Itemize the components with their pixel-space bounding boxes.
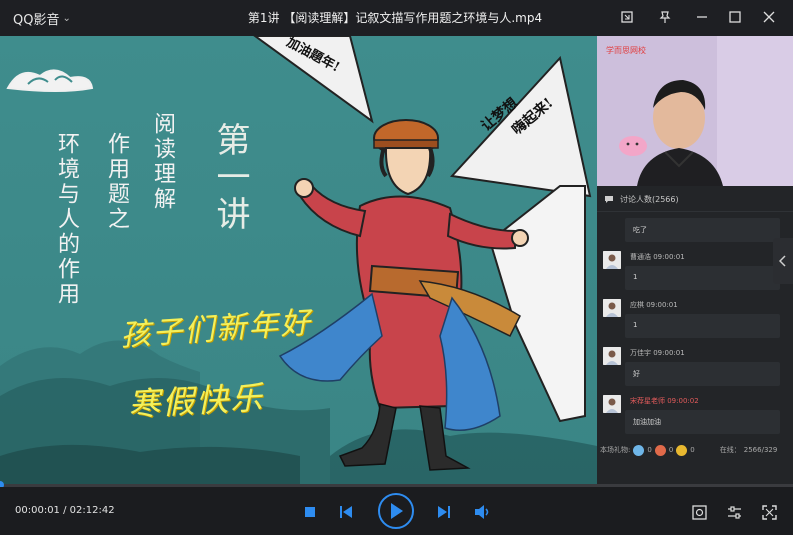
window-title: 第1讲 【阅读理解】记叙文描写作用题之环境与人.mp4: [247, 11, 543, 25]
play-icon: [391, 503, 403, 519]
app-brand: QQ影音: [13, 13, 60, 28]
equalizer-icon: [727, 505, 741, 519]
pin-button[interactable]: [655, 7, 675, 27]
settings-button[interactable]: [725, 503, 743, 521]
chat-list[interactable]: 吃了 曹通浩 09:00:01 1 应棋 09:00:01 1 万佳宇 09:0…: [597, 218, 793, 443]
chat-text: 1: [625, 266, 780, 290]
video-frame[interactable]: 环境与人的作用 作用题之 阅读理解 第一讲 孩子们新年好 寒假快乐 加油題年! …: [0, 36, 597, 486]
lesson-text-line: 环境与人的作用: [54, 132, 79, 307]
screenshot-tool-button[interactable]: [690, 503, 708, 521]
chat-sender: 应棋 09:00:01: [630, 301, 678, 309]
minimize-icon: [697, 16, 707, 18]
online-label: 在线：: [719, 446, 741, 454]
gift-bar: 本场礼物: 0 0 0 在线： 2566/329: [597, 440, 793, 460]
lesson-text-line: 阅读理解: [150, 112, 175, 212]
stop-button[interactable]: [302, 504, 318, 520]
avatar: [603, 299, 621, 317]
avatar: [603, 395, 621, 413]
close-icon: [763, 11, 775, 23]
bouquet-gift-icon[interactable]: [654, 444, 666, 456]
fullscreen-icon: [761, 504, 777, 520]
lesson-title-text: 第一讲: [210, 122, 250, 233]
screen-capture-icon: [691, 504, 707, 520]
chat-text: 吃了: [625, 218, 780, 242]
gift-count: 0: [647, 446, 652, 454]
chevron-left-icon: [779, 255, 786, 267]
player-controls: 00:00:01 / 02:12:42: [0, 487, 793, 535]
skip-previous-icon: [340, 506, 352, 518]
cam-logo: 学而思网校: [606, 46, 646, 55]
avatar: [603, 251, 621, 269]
stop-icon: [305, 507, 315, 517]
teacher-video-frame: [597, 36, 793, 186]
chevron-down-icon: ⌄: [62, 13, 71, 24]
volume-button[interactable]: [474, 503, 492, 521]
gift-count: 0: [690, 446, 695, 454]
next-button[interactable]: [436, 504, 452, 520]
maximize-button[interactable]: [725, 7, 745, 27]
chat-sender: 万佳宇 09:00:01: [630, 349, 685, 357]
chat-sender: 曹通浩 09:00:01: [630, 253, 685, 261]
collapse-panel-button[interactable]: [773, 238, 793, 284]
crop-icon: [621, 11, 633, 23]
trophy-gift-icon[interactable]: [676, 444, 688, 456]
side-panel: 学而思网校 讨论人数(2566) 吃了 曹通浩 09:00:01 1 应棋 09…: [597, 36, 793, 486]
minimize-button[interactable]: [692, 7, 712, 27]
lesson-text-line: 作用题之: [104, 132, 129, 232]
app-menu[interactable]: QQ影音 ⌄: [13, 9, 71, 28]
close-button[interactable]: [759, 7, 779, 27]
pin-icon: [659, 11, 671, 23]
chat-text: 1: [625, 314, 780, 338]
gifts-label: 本场礼物:: [600, 446, 631, 454]
screenshot-button[interactable]: [617, 7, 637, 27]
maximize-icon: [729, 11, 741, 23]
avatar: [603, 347, 621, 365]
chat-header-label: 讨论人数(2566): [620, 195, 679, 204]
previous-button[interactable]: [338, 504, 354, 520]
teacher-camera: 学而思网校: [597, 36, 793, 186]
volume-icon: [475, 505, 489, 519]
title-bar: QQ影音 ⌄ 第1讲 【阅读理解】记叙文描写作用题之环境与人.mp4: [0, 0, 793, 36]
online-count: 2566/329: [743, 446, 778, 454]
chat-text: 加油加油: [625, 410, 780, 434]
handwriting-greeting: 寒假快乐: [127, 378, 266, 424]
chat-text: 好: [625, 362, 780, 386]
chat-header: 讨论人数(2566): [597, 188, 793, 212]
chat-sender: 宋荐星老师 09:00:02: [630, 397, 699, 405]
skip-next-icon: [438, 506, 450, 518]
chat-bubble-icon: [605, 196, 613, 203]
fullscreen-button[interactable]: [760, 503, 778, 521]
time-display: 00:00:01 / 02:12:42: [15, 505, 115, 516]
flower-gift-icon[interactable]: [633, 444, 645, 456]
play-button[interactable]: [378, 493, 414, 529]
gift-count: 0: [668, 446, 674, 454]
